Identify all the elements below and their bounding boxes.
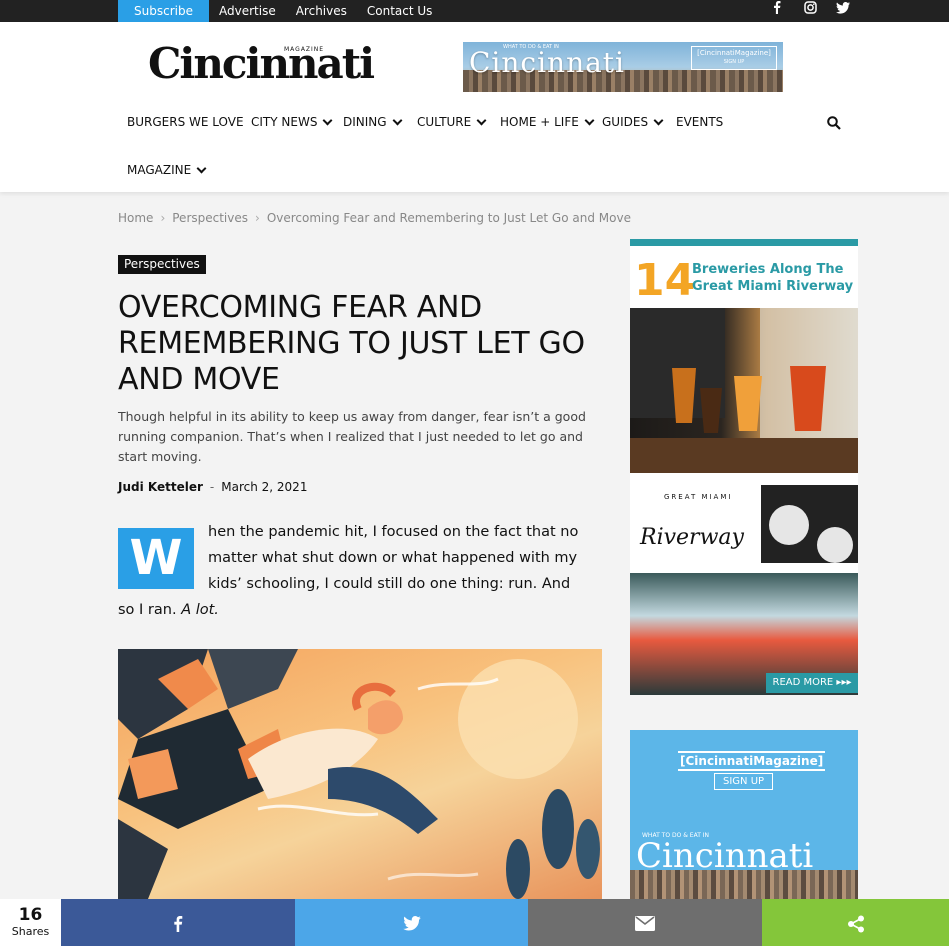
share-more-button[interactable] [762, 899, 949, 946]
advertise-link[interactable]: Advertise [209, 0, 286, 22]
breadcrumb-current: Overcoming Fear and Remembering to Just … [266, 211, 631, 225]
share-count-label: Shares [11, 925, 50, 938]
nav-label: EVENTS [676, 115, 724, 129]
share-facebook-button[interactable] [61, 899, 295, 946]
brewery-tap-photo [761, 485, 858, 563]
site-logo[interactable]: Cincinnati [148, 39, 375, 88]
share-count-number: 16 [18, 905, 43, 925]
nav-label: HOME + LIFE [500, 115, 579, 129]
subscribe-button[interactable]: Subscribe [118, 0, 209, 22]
article-hero-illustration [118, 649, 602, 899]
body-line: hen the pandemic hit, I focused on the f… [208, 524, 579, 540]
top-bar-links: Subscribe Advertise Archives Contact Us [118, 0, 442, 22]
contact-us-link[interactable]: Contact Us [357, 0, 443, 22]
search-icon[interactable] [827, 115, 841, 130]
nav-label: DINING [343, 115, 387, 129]
nav-item-guides[interactable]: GUIDES [602, 114, 664, 130]
instagram-icon[interactable] [800, 0, 820, 22]
breadcrumb-perspectives[interactable]: Perspectives [172, 211, 248, 225]
nav-label: CULTURE [417, 115, 472, 129]
skyline-graphic [630, 870, 858, 900]
nav-label: MAGAZINE [127, 163, 192, 177]
facebook-icon [173, 913, 183, 932]
chevron-down-icon [392, 115, 403, 126]
ad-brand-box: [CincinnatiMagazine] SIGN UP [691, 46, 777, 70]
top-bar: Subscribe Advertise Archives Contact Us [0, 0, 949, 22]
header-ad-banner[interactable]: WHAT TO DO & EAT IN Cincinnati [Cincinna… [463, 42, 783, 92]
ad-signup-button[interactable]: SIGN UP [714, 773, 774, 790]
chevron-down-icon [322, 115, 333, 126]
chevron-right-icon: › [255, 211, 260, 225]
byline-separator: - [209, 480, 215, 494]
body-line-last: so I ran. A lot. [118, 602, 219, 618]
chevron-down-icon [653, 115, 664, 126]
publish-date: March 2, 2021 [221, 480, 308, 494]
twitter-icon [402, 913, 421, 932]
nav-label: CITY NEWS [251, 115, 318, 129]
ad-brand: [CincinnatiMagazine] [697, 49, 771, 57]
share-bar: 16 Shares [0, 899, 949, 946]
beer-glasses-photo [630, 308, 858, 473]
nav-label: BURGERS WE LOVE [127, 115, 244, 129]
ad-number: 14 [634, 255, 696, 306]
body-text: so I ran. [118, 602, 177, 618]
chevron-down-icon [476, 115, 487, 126]
nav-label: GUIDES [602, 115, 649, 129]
great-miami-riverway-logo: GREAT MIAMI Riverway [630, 485, 756, 563]
facebook-icon[interactable] [767, 0, 787, 22]
share-email-button[interactable] [528, 899, 762, 946]
email-icon [635, 913, 655, 932]
share-twitter-button[interactable] [295, 899, 528, 946]
chevron-down-icon [196, 163, 207, 174]
ad-top-bar [630, 239, 858, 246]
author-link[interactable]: Judi Ketteler [118, 480, 203, 494]
ad-brand: [CincinnatiMagazine] [678, 751, 826, 771]
body-line: kids’ schooling, I could still do one th… [208, 576, 571, 592]
site-header: MAGAZINE Cincinnati WHAT TO DO & EAT IN … [0, 22, 949, 192]
nav-item-events[interactable]: EVENTS [676, 114, 723, 130]
breadcrumb-home[interactable]: Home [118, 211, 153, 225]
chevron-down-icon [584, 115, 595, 126]
nav-item-dining[interactable]: DINING [343, 114, 403, 130]
body-line: matter what shut down or what happened w… [208, 550, 578, 566]
article-excerpt: Though helpful in its ability to keep us… [118, 409, 586, 464]
ad-headline: Breweries Along The Great Miami Riverway [692, 262, 854, 294]
read-more-button[interactable]: READ MORE ▸▸▸ [766, 673, 858, 693]
category-tag[interactable]: Perspectives [118, 255, 206, 274]
ad-signup: SIGN UP [723, 59, 745, 65]
twitter-icon[interactable] [833, 0, 853, 22]
logo-script: Riverway [640, 525, 744, 550]
logo-top-text: GREAT MIAMI [664, 493, 733, 501]
share-count: 16 Shares [0, 899, 61, 946]
share-icon [847, 913, 865, 932]
article-title: OVERCOMING FEAR AND REMEMBERING TO JUST … [118, 290, 585, 397]
sidebar-ad-signup[interactable]: [CincinnatiMagazine] SIGN UP WHAT TO DO … [630, 730, 858, 900]
nav-item-city-news[interactable]: CITY NEWS [251, 114, 333, 130]
sidebar-ad-breweries[interactable]: 14 Breweries Along The Great Miami River… [630, 239, 858, 695]
nav-item-magazine[interactable]: MAGAZINE [127, 162, 207, 178]
ad-headline: Cincinnati [469, 46, 626, 79]
nav-item-culture[interactable]: CULTURE [417, 114, 487, 130]
nav-item-burgers[interactable]: BURGERS WE LOVE [127, 114, 244, 130]
nav-item-home-life[interactable]: HOME + LIFE [500, 114, 595, 130]
byline: Judi Ketteler - March 2, 2021 [118, 480, 307, 494]
dropcap: W [118, 528, 194, 589]
breadcrumb: Home › Perspectives › Overcoming Fear and Re… [118, 211, 631, 225]
chevron-right-icon: › [160, 211, 166, 225]
archives-link[interactable]: Archives [286, 0, 357, 22]
body-emphasis: A lot. [181, 602, 219, 618]
